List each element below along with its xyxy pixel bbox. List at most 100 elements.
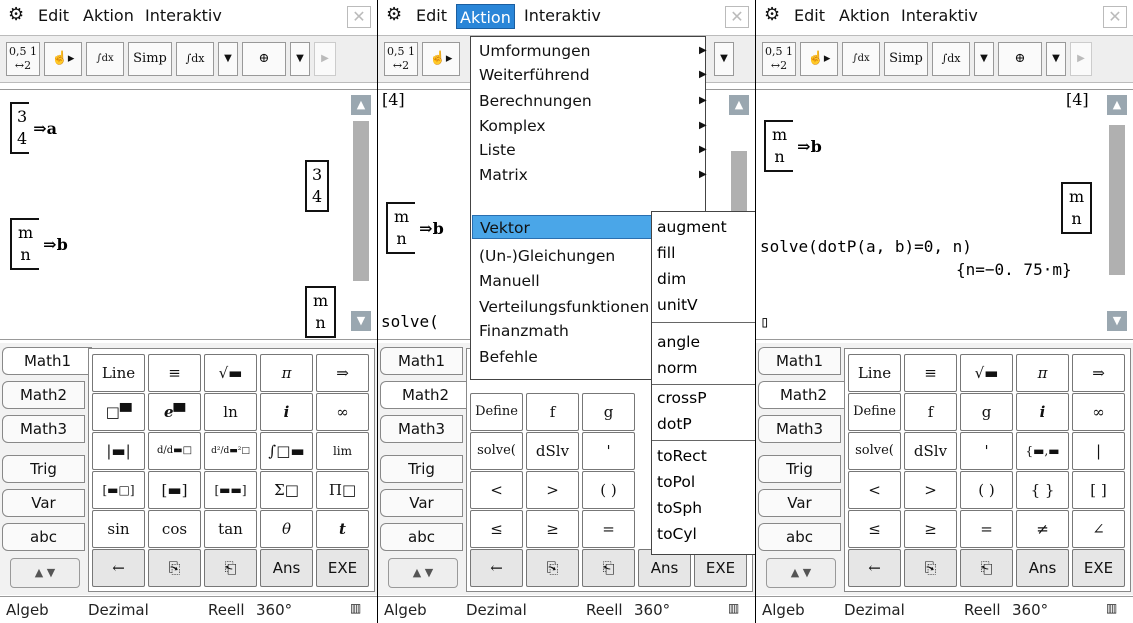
menu-item-weiterfuehrend[interactable]: Weiterführend ▶	[479, 63, 707, 87]
scroll-right-icon[interactable]: ▶	[314, 42, 336, 76]
menu-item-berechnungen[interactable]: Berechnungen ▶	[479, 89, 707, 113]
tab-var[interactable]: Var	[2, 489, 85, 517]
key-assign[interactable]: ⇒	[316, 354, 369, 392]
menu-item-verteilungsfunktionen[interactable]: Verteilungsfunktionen	[479, 295, 649, 319]
gear-icon[interactable]: ⚙	[764, 4, 780, 25]
status-domain[interactable]: Reell	[208, 601, 245, 619]
submenu-item-dim[interactable]: dim	[657, 267, 686, 291]
key-geq[interactable]: ≥	[526, 510, 579, 548]
key-ln[interactable]: ln	[204, 393, 257, 431]
key-equals[interactable]: =	[960, 510, 1013, 548]
key-imag[interactable]: i	[1016, 393, 1069, 431]
key-integral[interactable]: ∫□▬	[260, 432, 313, 470]
submenu-item-crossp[interactable]: crossP	[657, 386, 707, 410]
tab-math3[interactable]: Math3	[2, 415, 85, 443]
key-line[interactable]: Line	[92, 354, 145, 392]
menu-aktion-active[interactable]: Aktion	[456, 4, 515, 29]
menu-interaktiv[interactable]: Interaktiv	[901, 6, 978, 25]
status-angle[interactable]: 360°	[256, 601, 292, 619]
tab-var[interactable]: Var	[380, 489, 463, 517]
submenu-item-angle[interactable]: angle	[657, 330, 700, 354]
key-cos[interactable]: cos	[148, 510, 201, 548]
work-area[interactable]: 3 4 ⇒a 3 4 m n ⇒b m n ▲ ▼	[0, 89, 377, 340]
menu-item-umformungen[interactable]: Umformungen ▶	[479, 39, 707, 63]
key-exe[interactable]: EXE	[1072, 549, 1125, 587]
menu-edit[interactable]: Edit	[38, 6, 69, 25]
key-pi[interactable]: π	[260, 354, 313, 392]
tab-math1[interactable]: Math1	[2, 347, 92, 375]
key-fraction[interactable]: ≡	[148, 354, 201, 392]
menu-edit[interactable]: Edit	[416, 6, 447, 25]
cursor-arrow-keys[interactable]: ▲ ▼	[388, 558, 458, 588]
menu-edit[interactable]: Edit	[794, 6, 825, 25]
key-ans[interactable]: Ans	[260, 549, 313, 587]
fraction-toggle-button[interactable]: 0,5 1 ↔2	[762, 42, 796, 76]
key-paste[interactable]: ⎗	[960, 549, 1013, 587]
key-paste[interactable]: ⎗	[204, 549, 257, 587]
drag-hand-button[interactable]: ☝▸	[422, 42, 460, 76]
key-assign[interactable]: ⇒	[1072, 354, 1125, 392]
key-angle[interactable]: ∠	[1072, 510, 1125, 548]
key-matrix-2x2[interactable]: [▬▬]	[204, 471, 257, 509]
menu-item-befehle[interactable]: Befehle	[479, 345, 538, 369]
integral-toggle-button[interactable]: ∫dx	[86, 42, 124, 76]
tab-trig[interactable]: Trig	[380, 455, 463, 483]
fraction-toggle-button[interactable]: 0,5 1 ↔2	[384, 42, 418, 76]
scroll-thumb[interactable]	[1109, 125, 1125, 275]
submenu-item-unitv[interactable]: unitV	[657, 293, 698, 317]
key-backspace[interactable]: ←	[470, 549, 523, 587]
submenu-item-tocyl[interactable]: toCyl	[657, 522, 697, 546]
key-sin[interactable]: sin	[92, 510, 145, 548]
status-domain[interactable]: Reell	[586, 601, 623, 619]
key-copy[interactable]: ⎘	[148, 549, 201, 587]
dropdown-arrow-icon[interactable]: ▼	[218, 42, 238, 76]
menu-item-vektor[interactable]: Vektor	[472, 215, 652, 239]
dropdown-arrow-icon[interactable]: ▼	[974, 42, 994, 76]
key-matrix-row[interactable]: [▬□]	[92, 471, 145, 509]
key-infinity[interactable]: ∞	[316, 393, 369, 431]
cursor-arrow-keys[interactable]: ▲ ▼	[10, 558, 80, 588]
key-sqrt[interactable]: √▬	[960, 354, 1013, 392]
key-imag[interactable]: i	[260, 393, 313, 431]
tab-trig[interactable]: Trig	[2, 455, 85, 483]
work-area[interactable]: [4] m n ⇒b m n solve(dotP(a, b)=0, n) {n…	[756, 89, 1133, 340]
status-mode[interactable]: Algeb	[762, 601, 805, 619]
key-dslv[interactable]: dSlv	[904, 432, 957, 470]
submenu-item-torect[interactable]: toRect	[657, 444, 707, 468]
tab-math1[interactable]: Math1	[758, 347, 841, 375]
key-brackets[interactable]: [ ]	[1072, 471, 1125, 509]
scroll-up-icon[interactable]: ▲	[729, 95, 749, 115]
defint-button[interactable]: ∫dx	[932, 42, 970, 76]
simp-button[interactable]: Simp	[128, 42, 172, 76]
menu-interaktiv[interactable]: Interaktiv	[524, 6, 601, 25]
tab-math2[interactable]: Math2	[758, 381, 848, 409]
key-product[interactable]: Π□	[316, 471, 369, 509]
input-line[interactable]: solve(	[381, 312, 439, 331]
menu-aktion[interactable]: Aktion	[839, 6, 890, 25]
menu-item-komplex[interactable]: Komplex ▶	[479, 114, 707, 138]
key-backspace[interactable]: ←	[848, 549, 901, 587]
key-exe[interactable]: EXE	[316, 549, 369, 587]
key-sqrt[interactable]: √▬	[204, 354, 257, 392]
key-pi[interactable]: π	[1016, 354, 1069, 392]
close-icon[interactable]: ✕	[347, 6, 371, 28]
tab-math1[interactable]: Math1	[380, 347, 463, 375]
key-t[interactable]: t	[316, 510, 369, 548]
tab-abc[interactable]: abc	[758, 523, 841, 551]
tab-math3[interactable]: Math3	[758, 415, 841, 443]
key-sum[interactable]: Σ□	[260, 471, 313, 509]
menu-item-liste[interactable]: Liste ▶	[479, 138, 707, 162]
scroll-thumb[interactable]	[353, 121, 369, 281]
key-abs[interactable]: |▬|	[92, 432, 145, 470]
submenu-item-fill[interactable]: fill	[657, 241, 675, 265]
submenu-item-augment[interactable]: augment	[657, 215, 727, 239]
key-line[interactable]: Line	[848, 354, 901, 392]
key-less[interactable]: <	[848, 471, 901, 509]
key-theta[interactable]: θ	[260, 510, 313, 548]
integral-toggle-button[interactable]: ∫dx	[842, 42, 880, 76]
scroll-up-icon[interactable]: ▲	[351, 95, 371, 115]
cursor-arrow-keys[interactable]: ▲ ▼	[766, 558, 836, 588]
status-mode[interactable]: Algeb	[384, 601, 427, 619]
key-parens[interactable]: ( )	[582, 471, 635, 509]
submenu-item-tosph[interactable]: toSph	[657, 496, 702, 520]
